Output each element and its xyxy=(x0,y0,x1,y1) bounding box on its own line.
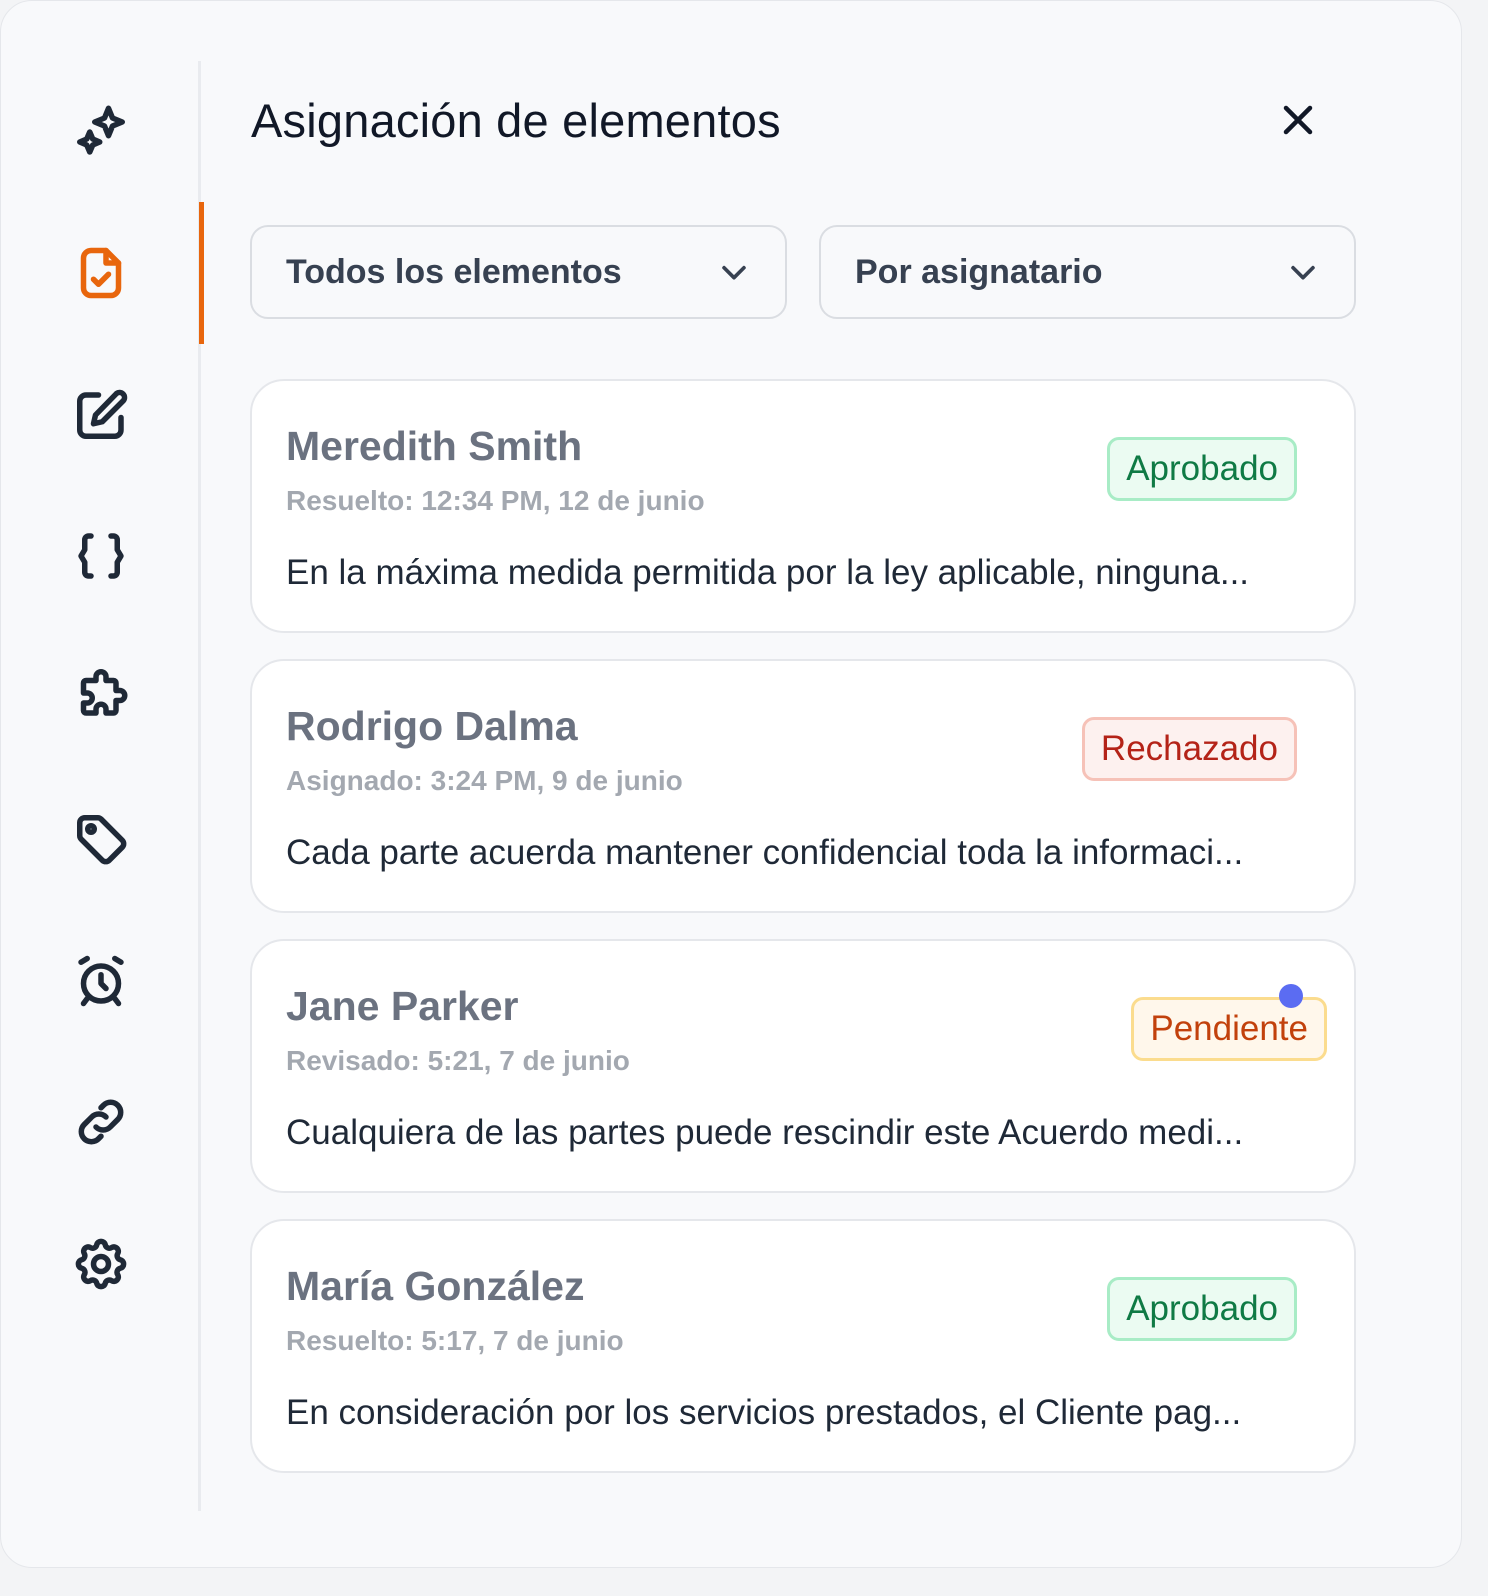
assignment-card[interactable]: Jane Parker Revisado: 5:21, 7 de junio P… xyxy=(250,939,1356,1193)
sidebar-item-tags[interactable] xyxy=(1,768,201,910)
assignment-timestamp: Asignado: 3:24 PM, 9 de junio xyxy=(286,765,683,796)
assignee-name: María González xyxy=(286,1263,585,1309)
gear-icon xyxy=(75,1238,127,1290)
status-badge: Aprobado xyxy=(1107,437,1297,501)
status-badge: Rechazado xyxy=(1081,717,1297,781)
assignment-timestamp: Resuelto: 12:34 PM, 12 de junio xyxy=(286,485,705,516)
sidebar-item-sparkles[interactable] xyxy=(1,61,201,203)
assignee-name: Meredith Smith xyxy=(286,423,583,469)
status-badge: Pendiente xyxy=(1131,997,1327,1061)
close-button[interactable] xyxy=(1271,93,1325,147)
items-filter-value: Todos los elementos xyxy=(286,252,622,291)
assignment-card[interactable]: Rodrigo Dalma Asignado: 3:24 PM, 9 de ju… xyxy=(250,659,1356,913)
assignment-timestamp: Resuelto: 5:17, 7 de junio xyxy=(286,1325,624,1356)
group-filter-select[interactable]: Por asignatario xyxy=(819,225,1356,319)
puzzle-icon xyxy=(80,669,128,716)
sidebar-item-links[interactable] xyxy=(1,1051,201,1193)
close-icon xyxy=(1283,105,1313,135)
items-filter-select[interactable]: Todos los elementos xyxy=(250,225,787,319)
braces-icon xyxy=(78,533,124,579)
assignment-panel: Asignación de elementos Todos los elemen… xyxy=(0,0,1462,1568)
sidebar-item-document-check[interactable] xyxy=(1,202,204,344)
unread-indicator xyxy=(1279,984,1303,1008)
sidebar-item-settings[interactable] xyxy=(1,1193,201,1335)
sparkles-icon xyxy=(77,105,125,155)
tag-icon xyxy=(77,815,127,865)
document-check-icon xyxy=(80,247,122,299)
chevron-down-icon xyxy=(1291,265,1315,280)
status-badge: Aprobado xyxy=(1107,1277,1297,1341)
group-filter-value: Por asignatario xyxy=(855,252,1103,291)
assignee-name: Jane Parker xyxy=(286,983,519,1029)
assignment-card[interactable]: María González Resuelto: 5:17, 7 de juni… xyxy=(250,1219,1356,1473)
clause-excerpt: Cada parte acuerda mantener confidencial… xyxy=(286,833,1244,872)
edit-icon xyxy=(77,389,128,439)
clause-excerpt: Cualquiera de las partes puede rescindir… xyxy=(286,1113,1244,1152)
chevron-down-icon xyxy=(722,265,746,280)
alarm-icon xyxy=(78,955,124,1007)
sidebar-item-reminders[interactable] xyxy=(1,910,201,1052)
clause-excerpt: En consideración por los servicios prest… xyxy=(286,1393,1242,1432)
sidebar xyxy=(1,61,204,1511)
clause-excerpt: En la máxima medida permitida por la ley… xyxy=(286,553,1250,592)
sidebar-item-edit[interactable] xyxy=(1,344,201,486)
assignee-name: Rodrigo Dalma xyxy=(286,703,578,749)
sidebar-item-integrations[interactable] xyxy=(1,627,201,769)
assignment-card[interactable]: Meredith Smith Resuelto: 12:34 PM, 12 de… xyxy=(250,379,1356,633)
assignment-timestamp: Revisado: 5:21, 7 de junio xyxy=(286,1045,630,1076)
sidebar-item-variables[interactable] xyxy=(1,485,201,627)
page-title: Asignación de elementos xyxy=(251,94,781,147)
link-icon xyxy=(78,1099,124,1145)
